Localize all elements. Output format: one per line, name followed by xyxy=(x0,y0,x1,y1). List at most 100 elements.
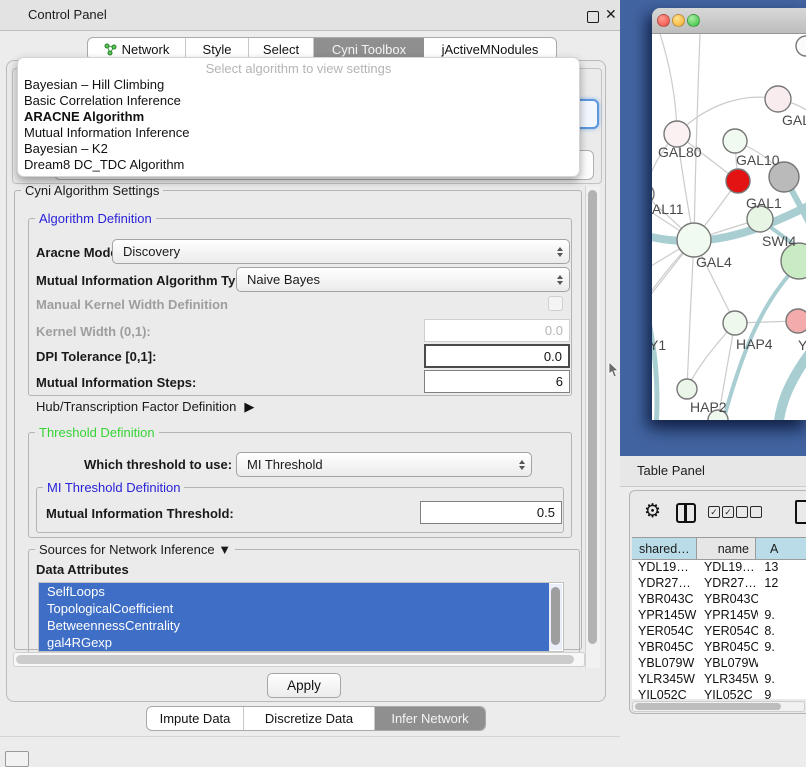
zoom-traffic-light[interactable] xyxy=(687,14,700,27)
data-attributes-list[interactable]: SelfLoopsTopologicalCoefficientBetweenne… xyxy=(38,582,564,652)
stepper-icon xyxy=(557,247,563,257)
table-row[interactable]: YLR345WYLR345W9. xyxy=(632,672,806,688)
sources-title[interactable]: Sources for Network Inference ▼ xyxy=(35,542,235,557)
bottom-tab-discretize-data[interactable]: Discretize Data xyxy=(244,707,375,730)
aracne-mode-value: Discovery xyxy=(123,244,180,259)
apply-button[interactable]: Apply xyxy=(267,673,341,698)
network-node[interactable] xyxy=(786,309,806,333)
network-edge xyxy=(677,97,778,134)
attribute-item-selected[interactable]: gal4RGexp xyxy=(39,634,549,651)
network-node[interactable] xyxy=(723,311,747,335)
close-traffic-light[interactable] xyxy=(657,14,670,27)
kernel-width-field[interactable]: 0.0 xyxy=(424,319,570,342)
bottom-tab-infer-network[interactable]: Infer Network xyxy=(375,707,485,730)
unchecked-checkbox-icon[interactable] xyxy=(736,506,748,518)
attribute-item-selected[interactable]: BetweennessCentrality xyxy=(39,617,549,634)
column-header-a[interactable]: A xyxy=(756,538,806,559)
table-cell: 13 xyxy=(758,560,806,576)
network-window-titlebar[interactable] xyxy=(652,8,806,34)
columns-icon[interactable] xyxy=(676,503,696,523)
table-row[interactable]: YDL19…YDL19…13 xyxy=(632,560,806,576)
network-canvas[interactable]: GALGAL80GAL10GAL11GAL1SWI4GAL4GCY1HAP4YH… xyxy=(652,34,806,420)
network-edge xyxy=(660,34,677,134)
table-cell: YDR27… xyxy=(632,576,698,592)
algorithm-dropdown-items: Bayesian – Hill ClimbingBasic Correlatio… xyxy=(18,77,579,173)
table-row[interactable]: YER054CYER054C8. xyxy=(632,624,806,640)
table-panel: ⚙ ✓ ✓ shared…nameA YDL19…YDL19…13YDR27…Y… xyxy=(629,490,806,714)
settings-horizontal-scrollbar[interactable] xyxy=(13,652,585,667)
table-row[interactable]: YPR145WYPR145W9. xyxy=(632,608,806,624)
table-cell: YER054C xyxy=(698,624,758,640)
cyni-algorithm-settings-title: Cyni Algorithm Settings xyxy=(21,183,163,198)
bottom-tab-label: Infer Network xyxy=(391,711,468,726)
table-cell: YDL19… xyxy=(632,560,698,576)
bottom-tab-impute-data[interactable]: Impute Data xyxy=(147,707,244,730)
table-row[interactable]: YBL079WYBL079W xyxy=(632,656,806,672)
network-node[interactable] xyxy=(677,379,697,399)
table-row[interactable]: YBR045CYBR045C9. xyxy=(632,640,806,656)
close-icon[interactable]: ✕ xyxy=(605,6,617,23)
gear-icon[interactable]: ⚙ xyxy=(644,500,661,523)
algorithm-option[interactable]: Bayesian – K2 xyxy=(18,141,579,157)
node-label: GAL10 xyxy=(736,152,780,168)
network-view-window[interactable]: GALGAL80GAL10GAL11GAL1SWI4GAL4GCY1HAP4YH… xyxy=(652,8,806,420)
manual-kernel-label: Manual Kernel Width Definition xyxy=(36,297,228,312)
divider xyxy=(0,736,620,737)
dpi-tolerance-label: DPI Tolerance [0,1]: xyxy=(36,349,156,364)
mi-type-value: Naive Bayes xyxy=(247,272,320,287)
manual-kernel-checkbox[interactable] xyxy=(548,296,563,311)
algorithm-option[interactable]: Bayesian – Hill Climbing xyxy=(18,77,579,93)
dpi-tolerance-field[interactable]: 0.0 xyxy=(424,344,570,368)
kernel-width-label: Kernel Width (0,1): xyxy=(36,324,151,339)
table-cell: YLR345W xyxy=(698,672,758,688)
algorithm-option[interactable]: Basic Correlation Inference xyxy=(18,93,579,109)
which-threshold-combo[interactable]: MI Threshold xyxy=(236,452,532,477)
table-cell: YBR045C xyxy=(632,640,698,656)
table-row[interactable]: YDR27…YDR27…12 xyxy=(632,576,806,592)
tab-label: Network xyxy=(122,42,170,57)
algorithm-option[interactable]: ARACNE Algorithm xyxy=(18,109,579,125)
network-node[interactable] xyxy=(765,86,791,112)
unchecked-checkbox-icon[interactable] xyxy=(750,506,762,518)
network-node[interactable] xyxy=(677,223,711,257)
algorithm-option[interactable]: Dream8 DC_TDC Algorithm xyxy=(18,157,579,173)
mi-steps-field[interactable]: 6 xyxy=(424,370,570,393)
checked-checkbox-icon[interactable]: ✓ xyxy=(708,506,720,518)
attributes-scrollbar[interactable] xyxy=(549,584,562,650)
attribute-item-selected[interactable]: SelfLoops xyxy=(39,583,549,600)
hub-definition-toggle[interactable]: Hub/Transcription Factor Definition▶ xyxy=(36,399,254,415)
settings-vertical-scrollbar[interactable] xyxy=(585,186,600,668)
corner-button-partial[interactable] xyxy=(5,751,29,767)
node-table: shared…nameA YDL19…YDL19…13YDR27…YDR27…1… xyxy=(632,537,806,699)
stepper-icon xyxy=(557,275,563,285)
sources-title-text: Sources for Network Inference xyxy=(39,542,215,557)
table-row[interactable]: YIL052CYIL052C9 xyxy=(632,688,806,699)
network-edge-highlighted xyxy=(778,353,806,420)
aracne-mode-combo[interactable]: Discovery xyxy=(112,239,570,264)
float-window-icon[interactable] xyxy=(587,11,599,23)
checked-checkbox-icon[interactable]: ✓ xyxy=(722,506,734,518)
table-horizontal-scrollbar[interactable] xyxy=(632,701,805,712)
network-node[interactable] xyxy=(723,129,747,153)
bottom-tab-label: Impute Data xyxy=(160,711,231,726)
algorithm-option[interactable]: Mutual Information Inference xyxy=(18,125,579,141)
table-row[interactable]: YBR043CYBR043C xyxy=(632,592,806,608)
table-cell: 9. xyxy=(758,640,806,656)
mi-threshold-field[interactable]: 0.5 xyxy=(420,501,562,524)
dpi-tolerance-value: 0.0 xyxy=(544,349,562,364)
hub-definition-label: Hub/Transcription Factor Definition xyxy=(36,399,236,414)
file-icon-partial[interactable] xyxy=(795,500,806,524)
mi-threshold-definition-title: MI Threshold Definition xyxy=(43,480,184,495)
table-cell: YBR043C xyxy=(632,592,698,608)
table-cell: YDL19… xyxy=(698,560,758,576)
table-cell: 8. xyxy=(758,624,806,640)
network-edge xyxy=(694,34,700,240)
column-header-name[interactable]: name xyxy=(697,538,756,559)
mi-type-combo[interactable]: Naive Bayes xyxy=(236,267,570,292)
attribute-item-selected[interactable]: TopologicalCoefficient xyxy=(39,600,549,617)
minimize-traffic-light[interactable] xyxy=(672,14,685,27)
network-node[interactable] xyxy=(796,36,806,56)
column-header-shared[interactable]: shared… xyxy=(632,538,697,559)
algorithm-dropdown-header: Select algorithm to view settings xyxy=(18,60,579,77)
network-node[interactable] xyxy=(726,169,750,193)
